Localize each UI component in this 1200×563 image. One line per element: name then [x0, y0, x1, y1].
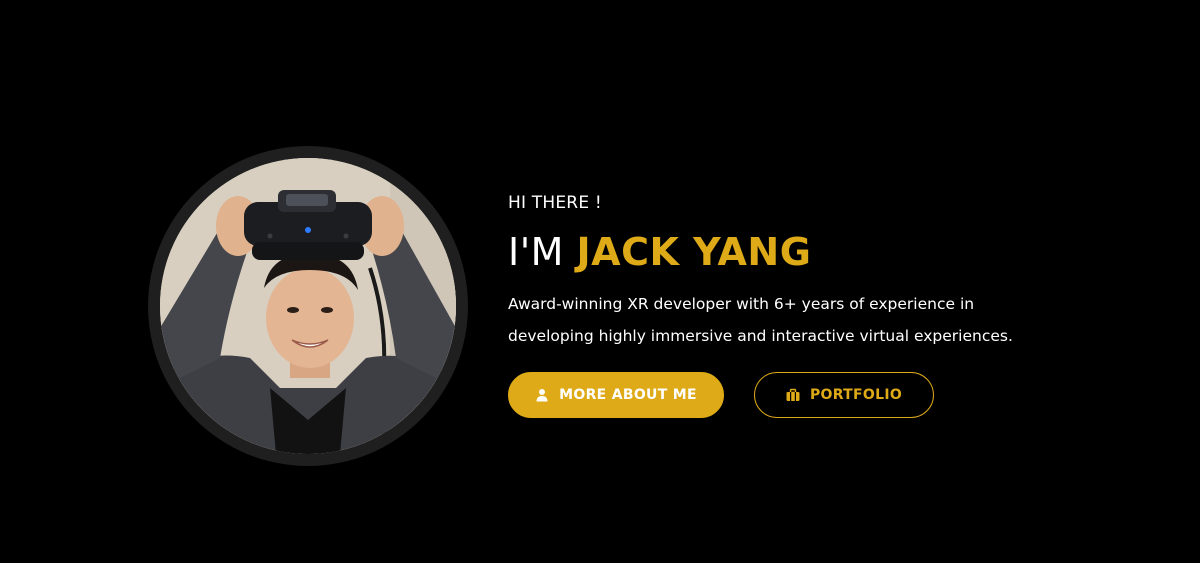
briefcase-icon [786, 388, 800, 402]
title-name: JACK YANG [576, 230, 812, 274]
bio-line-1: Award-winning XR developer with 6+ years… [508, 295, 975, 313]
hero-actions: MORE ABOUT ME PORTFOLIO [508, 372, 1108, 418]
more-about-me-label: MORE ABOUT ME [559, 387, 697, 403]
hero-content: HI THERE ! I'M JACK YANG Award-winning X… [508, 190, 1108, 418]
hero-section: HI THERE ! I'M JACK YANG Award-winning X… [0, 0, 1200, 563]
more-about-me-button[interactable]: MORE ABOUT ME [508, 372, 724, 418]
bio-text: Award-winning XR developer with 6+ years… [508, 288, 1028, 352]
user-icon [535, 388, 549, 402]
profile-photo [160, 158, 456, 454]
title-prefix: I'M [508, 230, 577, 274]
page-title: I'M JACK YANG [508, 230, 1108, 274]
bio-line-2: developing highly immersive and interact… [508, 327, 1013, 345]
greeting-text: HI THERE ! [508, 193, 602, 213]
avatar-ring [148, 146, 468, 466]
portfolio-button[interactable]: PORTFOLIO [754, 372, 934, 418]
portfolio-label: PORTFOLIO [809, 387, 903, 403]
